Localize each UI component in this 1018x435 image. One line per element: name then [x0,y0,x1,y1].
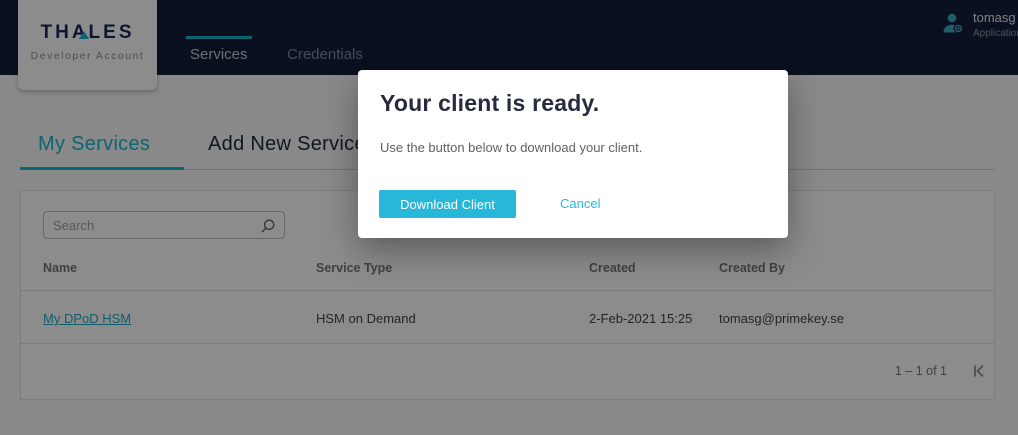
dialog-title: Your client is ready. [380,90,599,117]
dialog-message: Use the button below to download your cl… [380,140,642,155]
client-ready-dialog: Your client is ready. Use the button bel… [358,70,788,238]
page: Services Credentials tomasg Application … [0,0,1018,435]
cancel-button[interactable]: Cancel [560,196,600,211]
download-client-button[interactable]: Download Client [379,190,516,218]
